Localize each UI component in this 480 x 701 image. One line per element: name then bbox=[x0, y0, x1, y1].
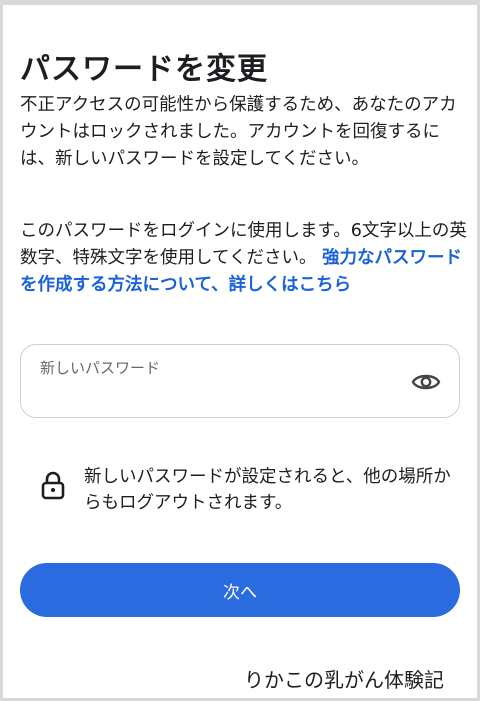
password-requirements: このパスワードをログインに使用します。6文字以上の英数字、特殊文字を使用してくだ… bbox=[20, 218, 468, 299]
next-button[interactable]: 次へ bbox=[20, 563, 460, 617]
new-password-label: 新しいパスワード bbox=[40, 359, 161, 377]
watermark-caption: りかこの乳がん体験記 bbox=[244, 668, 444, 692]
eye-icon[interactable] bbox=[411, 369, 441, 395]
new-password-input[interactable] bbox=[40, 383, 400, 409]
lock-explanation-text: 不正アクセスの可能性から保護するため、あなたのアカウントはロックされました。アカ… bbox=[20, 95, 457, 169]
lock-icon bbox=[40, 470, 66, 500]
page-title: パスワードを変更 bbox=[20, 52, 268, 87]
new-password-field[interactable]: 新しいパスワード bbox=[20, 344, 460, 418]
logout-notice-text: 新しいパスワードが設定されると、他の場所からもログアウトされます。 bbox=[84, 467, 451, 513]
